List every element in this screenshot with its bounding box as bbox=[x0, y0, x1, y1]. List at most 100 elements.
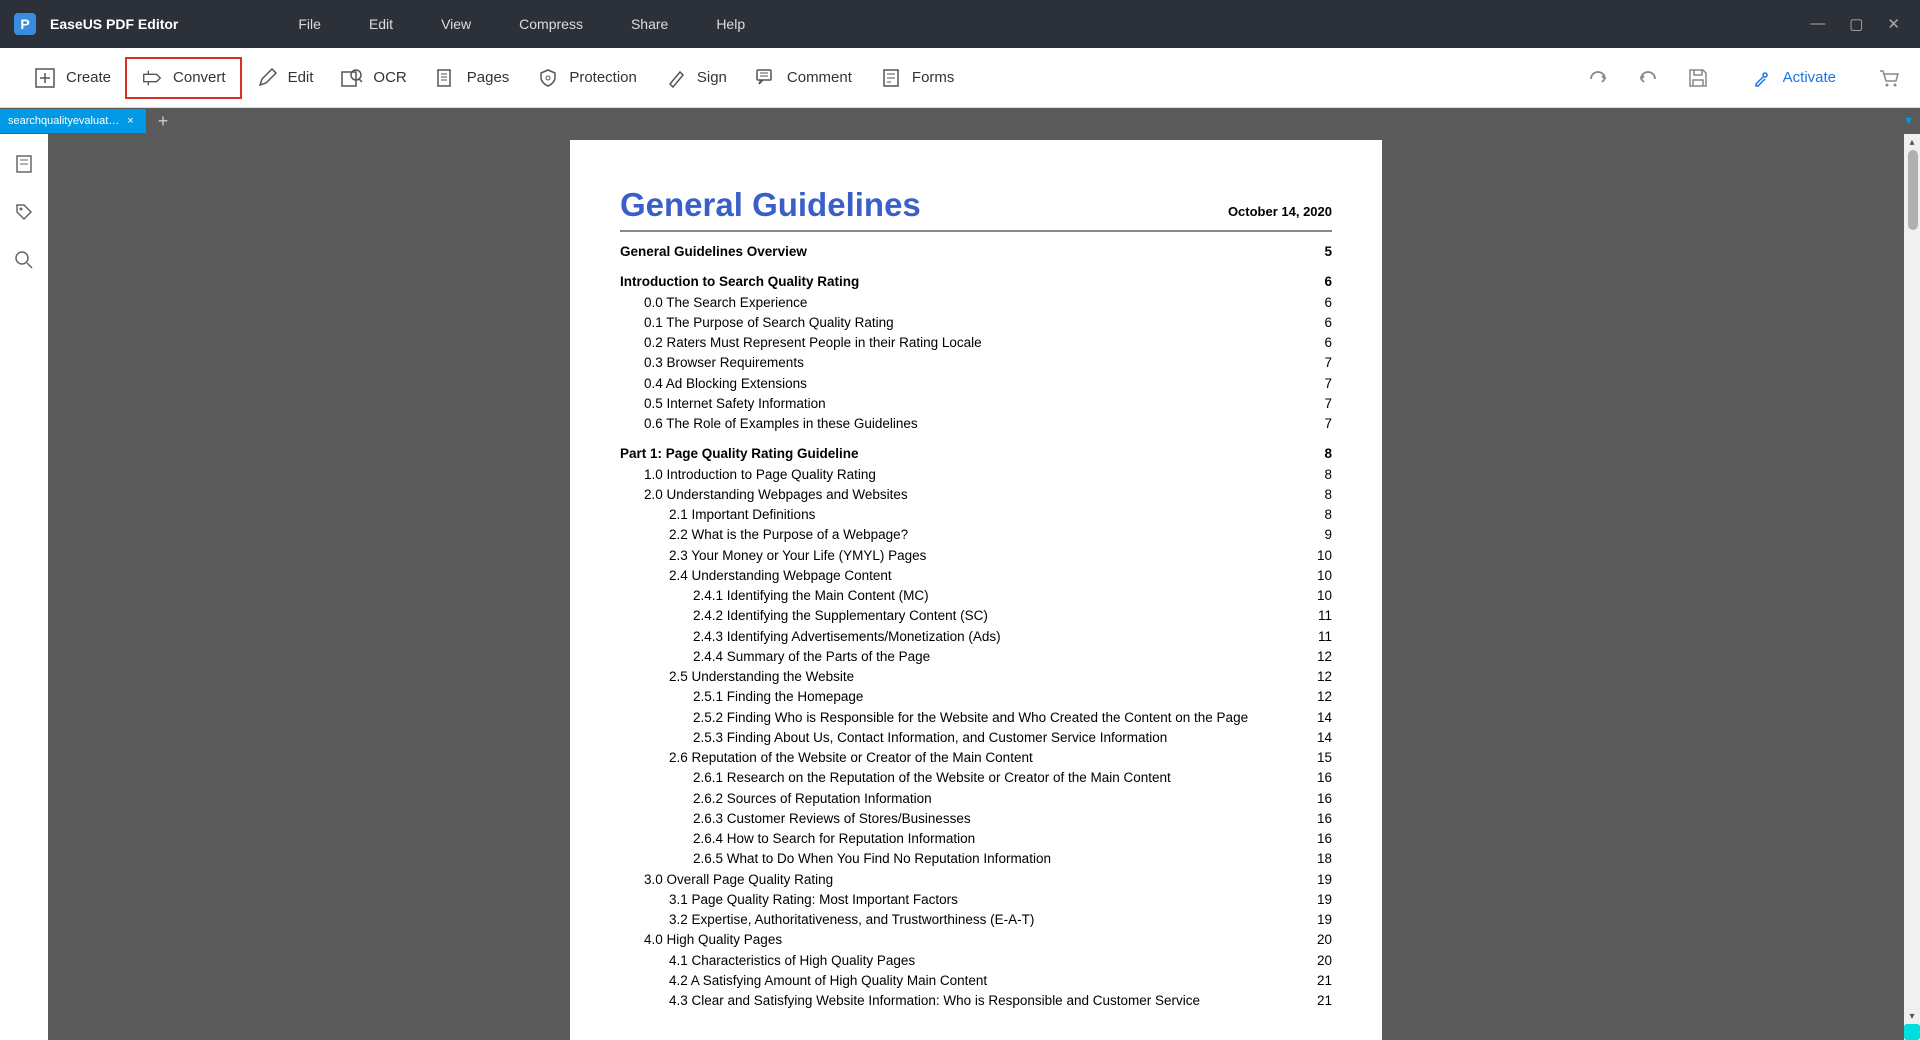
toc-row: 2.5.3 Finding About Us, Contact Informat… bbox=[620, 728, 1332, 748]
activate-icon bbox=[1751, 67, 1773, 89]
tab-close-icon[interactable]: × bbox=[123, 115, 137, 127]
scroll-thumb[interactable] bbox=[1908, 150, 1918, 230]
search-icon[interactable] bbox=[12, 248, 36, 272]
plus-icon bbox=[34, 67, 56, 89]
toc-row: 2.4.2 Identifying the Supplementary Cont… bbox=[620, 606, 1332, 626]
toc-text: 2.4 Understanding Webpage Content bbox=[669, 566, 892, 586]
minimize-icon[interactable]: — bbox=[1810, 15, 1825, 33]
create-button[interactable]: Create bbox=[20, 59, 125, 97]
menu-file[interactable]: File bbox=[298, 16, 321, 32]
toc-row: 2.6.1 Research on the Reputation of the … bbox=[620, 768, 1332, 788]
toc-row: 2.4.3 Identifying Advertisements/Monetiz… bbox=[620, 627, 1332, 647]
maximize-icon[interactable]: ▢ bbox=[1849, 15, 1863, 33]
toc-page-num: 8 bbox=[1324, 465, 1332, 485]
toc-text: 2.4.3 Identifying Advertisements/Monetiz… bbox=[693, 627, 1001, 647]
toc-text: 2.4.2 Identifying the Supplementary Cont… bbox=[693, 606, 988, 626]
toc-row: Part 1: Page Quality Rating Guideline8 bbox=[620, 444, 1332, 464]
toc-row: 3.1 Page Quality Rating: Most Important … bbox=[620, 890, 1332, 910]
convert-button[interactable]: Convert bbox=[125, 57, 242, 99]
undo-icon[interactable] bbox=[1637, 67, 1659, 89]
menu-view[interactable]: View bbox=[441, 16, 471, 32]
toc-text: Part 1: Page Quality Rating Guideline bbox=[620, 444, 859, 464]
forms-label: Forms bbox=[912, 69, 955, 86]
toolbar-right: Activate bbox=[1587, 59, 1900, 97]
toc-text: 2.2 What is the Purpose of a Webpage? bbox=[669, 525, 908, 545]
toc-text: 2.4.1 Identifying the Main Content (MC) bbox=[693, 586, 929, 606]
edit-button[interactable]: Edit bbox=[242, 59, 328, 97]
close-icon[interactable]: ✕ bbox=[1887, 15, 1900, 33]
toc-page-num: 19 bbox=[1317, 910, 1332, 930]
toc-page-num: 16 bbox=[1317, 789, 1332, 809]
toc-text: 0.2 Raters Must Represent People in thei… bbox=[644, 333, 982, 353]
activate-label: Activate bbox=[1783, 69, 1836, 86]
toc-text: 2.6.3 Customer Reviews of Stores/Busines… bbox=[693, 809, 971, 829]
toc-text: 3.0 Overall Page Quality Rating bbox=[644, 870, 833, 890]
toc-row: 4.1 Characteristics of High Quality Page… bbox=[620, 951, 1332, 971]
window-controls: — ▢ ✕ bbox=[1810, 15, 1900, 33]
toc-text: 1.0 Introduction to Page Quality Rating bbox=[644, 465, 876, 485]
workspace: General Guidelines October 14, 2020 Gene… bbox=[0, 134, 1920, 1040]
redo-icon[interactable] bbox=[1587, 67, 1609, 89]
save-icon[interactable] bbox=[1687, 67, 1709, 89]
toc-text: 0.1 The Purpose of Search Quality Rating bbox=[644, 313, 894, 333]
toc-row: 3.2 Expertise, Authoritativeness, and Tr… bbox=[620, 910, 1332, 930]
forms-button[interactable]: Forms bbox=[866, 59, 969, 97]
cart-icon[interactable] bbox=[1878, 67, 1900, 89]
menu-share[interactable]: Share bbox=[631, 16, 668, 32]
tag-icon[interactable] bbox=[12, 200, 36, 224]
scroll-down-icon[interactable]: ▾ bbox=[1904, 1008, 1920, 1024]
document-tab[interactable]: searchqualityevaluat… × bbox=[0, 109, 146, 133]
toc-row: 2.6.4 How to Search for Reputation Infor… bbox=[620, 829, 1332, 849]
toc-row: 2.5.2 Finding Who is Responsible for the… bbox=[620, 708, 1332, 728]
toc-page-num: 21 bbox=[1317, 991, 1332, 1011]
toc-row: 4.2 A Satisfying Amount of High Quality … bbox=[620, 971, 1332, 991]
toc-text: 0.5 Internet Safety Information bbox=[644, 394, 826, 414]
menu-edit[interactable]: Edit bbox=[369, 16, 393, 32]
toc-text: 4.0 High Quality Pages bbox=[644, 930, 782, 950]
toc-text: 4.1 Characteristics of High Quality Page… bbox=[669, 951, 915, 971]
toc-page-num: 7 bbox=[1324, 353, 1332, 373]
toc-text: 2.5.1 Finding the Homepage bbox=[693, 687, 863, 707]
toc-row: 2.6.3 Customer Reviews of Stores/Busines… bbox=[620, 809, 1332, 829]
toc-text: 2.6.1 Research on the Reputation of the … bbox=[693, 768, 1171, 788]
toc-text: 4.2 A Satisfying Amount of High Quality … bbox=[669, 971, 987, 991]
toc-text: 2.1 Important Definitions bbox=[669, 505, 815, 525]
toc-page-num: 8 bbox=[1324, 485, 1332, 505]
toc-row: 2.6.2 Sources of Reputation Information1… bbox=[620, 789, 1332, 809]
tab-label: searchqualityevaluat… bbox=[8, 115, 119, 127]
toc-page-num: 15 bbox=[1317, 748, 1332, 768]
scroll-up-icon[interactable]: ▴ bbox=[1904, 134, 1920, 150]
menu-compress[interactable]: Compress bbox=[519, 16, 583, 32]
toc-page-num: 16 bbox=[1317, 809, 1332, 829]
ocr-button[interactable]: OCR bbox=[327, 59, 420, 97]
expand-arrow-icon[interactable]: ▼ bbox=[1903, 115, 1914, 127]
toc-row: 2.5 Understanding the Website12 bbox=[620, 667, 1332, 687]
pages-button[interactable]: Pages bbox=[421, 59, 524, 97]
toc-row: 3.0 Overall Page Quality Rating19 bbox=[620, 870, 1332, 890]
sign-button[interactable]: Sign bbox=[651, 59, 741, 97]
scrollbar[interactable]: ▴ ▾ bbox=[1904, 134, 1920, 1040]
protection-button[interactable]: Protection bbox=[523, 59, 651, 97]
new-tab-button[interactable]: + bbox=[158, 111, 169, 132]
toc-page-num: 20 bbox=[1317, 930, 1332, 950]
comment-button[interactable]: Comment bbox=[741, 59, 866, 97]
pen-icon bbox=[665, 67, 687, 89]
thumbnails-icon[interactable] bbox=[12, 152, 36, 176]
document-area[interactable]: General Guidelines October 14, 2020 Gene… bbox=[48, 134, 1904, 1040]
toc-row: 1.0 Introduction to Page Quality Rating 8 bbox=[620, 465, 1332, 485]
toc-text: 2.6.4 How to Search for Reputation Infor… bbox=[693, 829, 975, 849]
toc-text: 3.2 Expertise, Authoritativeness, and Tr… bbox=[669, 910, 1034, 930]
toc-row: 2.0 Understanding Webpages and Websites8 bbox=[620, 485, 1332, 505]
toc-page-num: 10 bbox=[1317, 546, 1332, 566]
toc-row: 0.3 Browser Requirements7 bbox=[620, 353, 1332, 373]
activate-button[interactable]: Activate bbox=[1737, 59, 1850, 97]
toc-page-num: 11 bbox=[1318, 627, 1332, 647]
doc-title-row: General Guidelines October 14, 2020 bbox=[620, 186, 1332, 232]
table-of-contents: General Guidelines Overview5Introduction… bbox=[620, 242, 1332, 1011]
menu-help[interactable]: Help bbox=[716, 16, 745, 32]
toc-page-num: 5 bbox=[1324, 242, 1332, 262]
create-label: Create bbox=[66, 69, 111, 86]
tab-strip: searchqualityevaluat… × + ▼ bbox=[0, 108, 1920, 134]
toc-page-num: 7 bbox=[1324, 414, 1332, 434]
toc-row: 0.1 The Purpose of Search Quality Rating… bbox=[620, 313, 1332, 333]
